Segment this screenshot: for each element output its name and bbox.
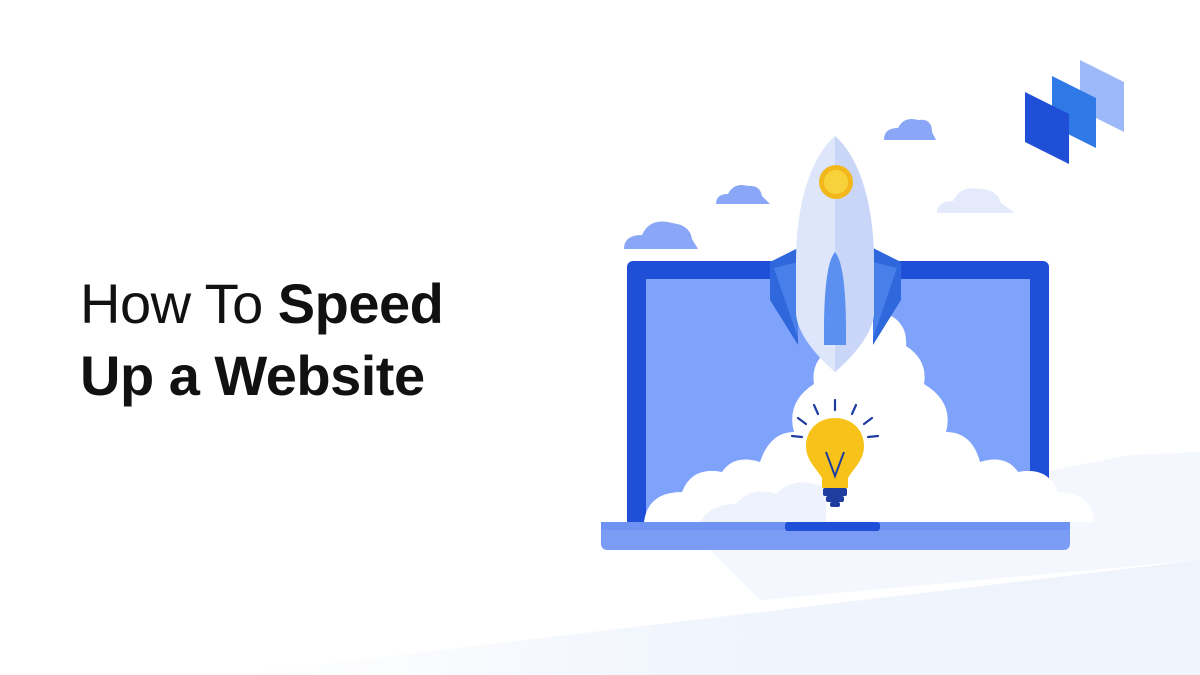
cloud-icon [624,221,698,249]
hero-banner: How To Speed Up a Website [0,0,1200,675]
cloud-icon [937,188,1015,213]
cloud-icon [716,185,770,204]
cloud-icon [884,119,936,140]
rocket-laptop-illustration [601,60,1124,550]
brand-logo-icon [1025,60,1124,164]
